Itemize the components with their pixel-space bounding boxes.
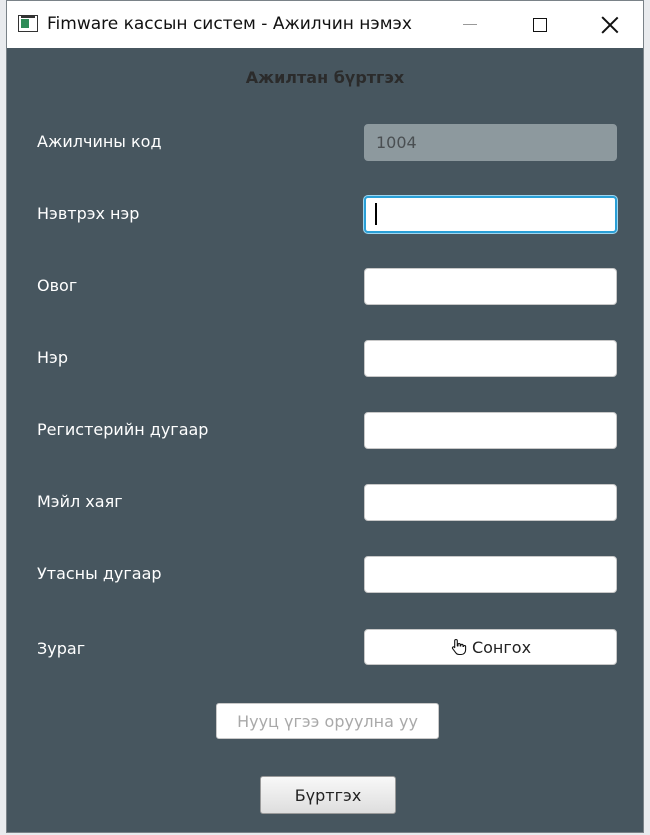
register-button[interactable]: Бүртгэх bbox=[260, 776, 396, 814]
maximize-icon bbox=[533, 17, 547, 32]
app-icon bbox=[18, 15, 38, 32]
register-number-field[interactable] bbox=[364, 412, 617, 449]
last-name-field[interactable] bbox=[364, 268, 617, 305]
last-name-label: Овог bbox=[37, 276, 78, 295]
minimize-button[interactable] bbox=[447, 1, 493, 48]
hand-pointer-icon bbox=[451, 638, 467, 656]
choose-photo-label: Сонгох bbox=[471, 637, 532, 657]
phone-field[interactable] bbox=[364, 556, 617, 593]
email-label: Мэйл хаяг bbox=[37, 492, 123, 511]
username-label: Нэвтрэх нэр bbox=[37, 204, 140, 223]
choose-photo-button[interactable]: Сонгох bbox=[364, 629, 617, 665]
photo-label: Зураг bbox=[37, 639, 86, 658]
app-window: Fimware кассын систем - Ажилчин нэмэх Аж… bbox=[6, 0, 644, 833]
employee-code-field bbox=[364, 124, 617, 161]
username-field[interactable] bbox=[364, 196, 617, 233]
employee-code-label: Ажилчины код bbox=[37, 132, 162, 151]
form-heading: Ажилтан бүртгэх bbox=[245, 68, 405, 87]
phone-label: Утасны дугаар bbox=[37, 564, 162, 583]
email-field[interactable] bbox=[364, 484, 617, 521]
text-caret bbox=[375, 203, 377, 225]
close-icon bbox=[601, 16, 619, 34]
register-number-label: Регистерийн дугаар bbox=[37, 420, 209, 439]
window-title: Fimware кассын систем - Ажилчин нэмэх bbox=[47, 14, 412, 34]
password-field[interactable] bbox=[216, 703, 439, 739]
minimize-icon bbox=[463, 24, 477, 25]
close-button[interactable] bbox=[587, 1, 633, 48]
first-name-label: Нэр bbox=[37, 348, 68, 367]
first-name-field[interactable] bbox=[364, 340, 617, 377]
maximize-button[interactable] bbox=[517, 1, 563, 48]
title-bar: Fimware кассын систем - Ажилчин нэмэх bbox=[7, 1, 643, 48]
